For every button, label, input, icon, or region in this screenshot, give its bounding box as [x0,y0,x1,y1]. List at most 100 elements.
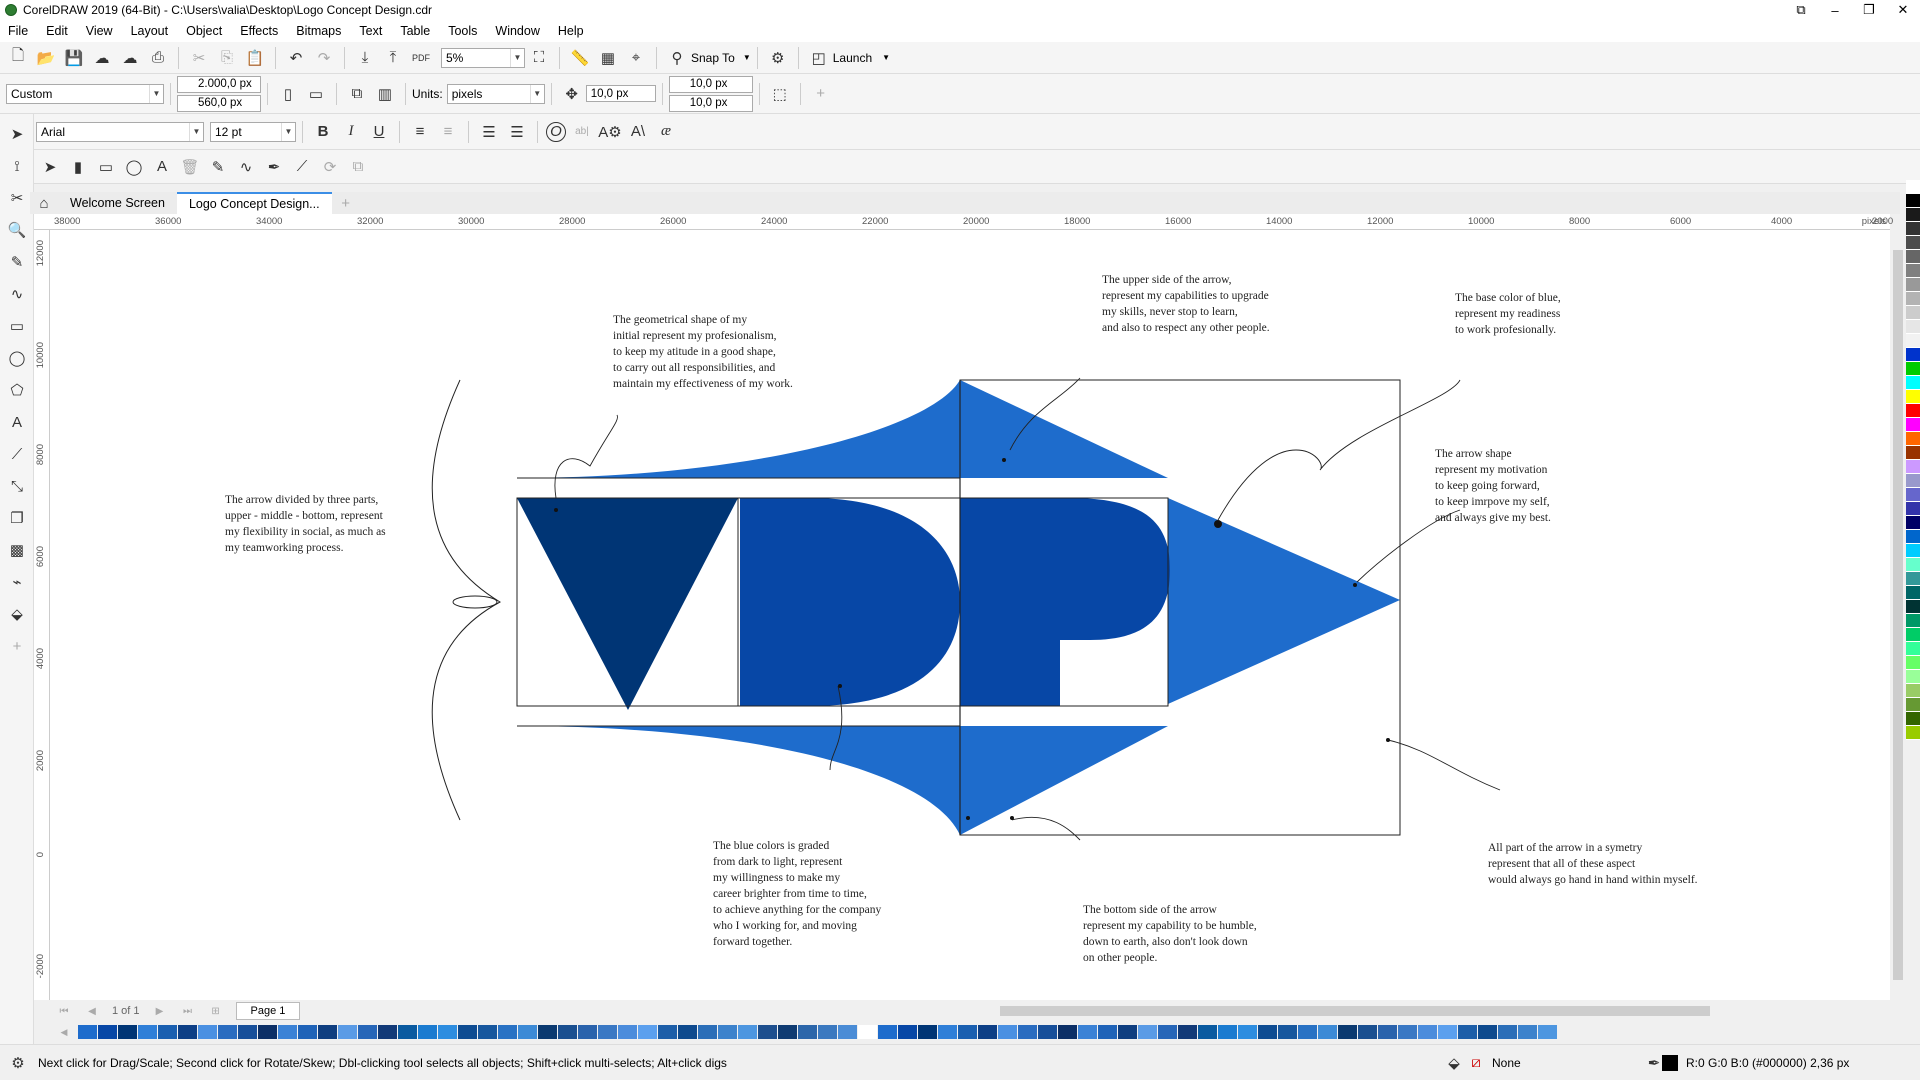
palette-swatch[interactable] [1906,390,1920,404]
document-palette-swatch[interactable] [238,1025,257,1039]
menu-tools[interactable]: Tools [448,24,477,38]
restore-tabs-icon[interactable]: ⧉ [1784,0,1818,20]
maximize-button[interactable]: ❐ [1852,0,1886,20]
palette-swatch[interactable] [1906,670,1920,684]
document-palette-swatch[interactable] [458,1025,477,1039]
color-palette[interactable] [1906,180,1920,1030]
page-tab-page-1[interactable]: Page 1 [235,1002,301,1020]
page-width-field[interactable]: 2.000,0 px [177,75,261,93]
cloud-download-icon[interactable]: ☁ [90,46,114,70]
paste-icon[interactable]: 📋 [243,46,267,70]
document-palette-swatch[interactable] [1218,1025,1237,1039]
document-palette-swatch[interactable] [1118,1025,1137,1039]
drawing-canvas[interactable]: The arrow divided by three parts, upper -… [50,230,1890,1000]
menu-effects[interactable]: Effects [240,24,278,38]
menu-window[interactable]: Window [495,24,539,38]
chevron-down-icon[interactable]: ▼ [882,53,890,62]
palette-swatch[interactable] [1906,712,1920,726]
rectangle-icon[interactable]: ▭ [94,155,118,179]
new-tab-icon[interactable]: + [334,192,358,214]
palette-swatch[interactable] [1906,544,1920,558]
palette-swatch[interactable] [1906,656,1920,670]
annotation-symetry[interactable]: All part of the arrow in a symetry repres… [1488,808,1698,920]
document-palette-swatch[interactable] [938,1025,957,1039]
snap-icon[interactable]: ⚲ [665,46,689,70]
opentype-icon[interactable]: O [546,121,566,142]
palette-swatch[interactable] [1906,558,1920,572]
palette-swatch[interactable] [1906,306,1920,320]
fill-icon[interactable]: ⬙ [1442,1051,1466,1075]
rectangle-tool-icon[interactable]: ▭ [5,314,29,338]
document-palette-swatch[interactable] [278,1025,297,1039]
document-palette-swatch[interactable] [1458,1025,1477,1039]
document-palette-swatch[interactable] [578,1025,597,1039]
landscape-icon[interactable]: ▭ [304,82,328,106]
document-palette-swatch[interactable] [1138,1025,1157,1039]
text-tool-icon[interactable]: A [5,410,29,434]
document-palette-swatch[interactable] [898,1025,917,1039]
current-page-icon[interactable]: ▥ [373,82,397,106]
document-palette-swatch[interactable] [418,1025,437,1039]
document-palette-swatch[interactable] [998,1025,1017,1039]
annotation-bottom-side[interactable]: The bottom side of the arrow represent my… [1083,870,1257,998]
menu-help[interactable]: Help [558,24,584,38]
palette-swatch[interactable] [1906,586,1920,600]
open-folder-icon[interactable]: 📂 [34,46,58,70]
document-palette-swatch[interactable] [1538,1025,1557,1039]
document-palette-swatch[interactable] [1418,1025,1437,1039]
bullet-list-icon[interactable]: ☰ [477,120,501,144]
vertical-scrollbar[interactable] [1890,230,1906,1000]
document-palette-swatch[interactable] [1358,1025,1377,1039]
palette-swatch[interactable] [1906,446,1920,460]
horizontal-scrollbar[interactable] [980,1004,1860,1018]
palette-swatch[interactable] [1906,264,1920,278]
palette-swatch[interactable] [1906,194,1920,208]
document-palette-swatch[interactable] [1158,1025,1177,1039]
copy-icon[interactable]: ⎘ [215,46,239,70]
document-palette-swatch[interactable] [638,1025,657,1039]
document-palette-swatch[interactable] [818,1025,837,1039]
document-palette-swatch[interactable] [138,1025,157,1039]
palette-swatch[interactable] [1906,432,1920,446]
export-icon[interactable]: ⤒ [381,46,405,70]
artistic-media-icon[interactable]: ✎ [206,155,230,179]
units-combo[interactable]: pixels ▼ [446,83,545,104]
cloud-upload-icon[interactable]: ☁ [118,46,142,70]
palette-swatch[interactable] [1906,236,1920,250]
document-palette-swatch[interactable] [1238,1025,1257,1039]
tab-welcome-screen[interactable]: Welcome Screen [58,192,177,214]
document-palette-swatch[interactable] [538,1025,557,1039]
last-page-icon[interactable]: ⏭ [176,999,200,1023]
parallel-dimension-icon[interactable]: ⟋ [5,442,29,466]
palette-swatch[interactable] [1906,334,1920,348]
next-page-icon[interactable]: ▶ [148,999,172,1023]
underline-icon[interactable]: U [367,120,391,144]
document-palette-swatch[interactable] [878,1025,897,1039]
annotation-blue-colors[interactable]: The blue colors is graded from dark to li… [713,806,881,982]
launch-button[interactable]: Launch [833,51,872,65]
rotate-icon[interactable]: ⟳ [318,155,342,179]
document-palette-swatch[interactable] [118,1025,137,1039]
palette-swatch[interactable] [1906,684,1920,698]
bold-icon[interactable]: B [311,120,335,144]
document-palette-swatch[interactable] [518,1025,537,1039]
document-palette-swatch[interactable] [1438,1025,1457,1039]
settings-gear-icon[interactable]: ⚙ [6,1051,30,1075]
import-icon[interactable]: ⤓ [353,46,377,70]
document-palette-swatch[interactable] [218,1025,237,1039]
zoom-tool-icon[interactable]: 🔍 [5,218,29,242]
document-palette-swatch[interactable] [1398,1025,1417,1039]
palette-swatch[interactable] [1906,488,1920,502]
home-icon[interactable]: ⌂ [32,192,56,214]
palette-swatch[interactable] [1906,614,1920,628]
shape-tool-icon[interactable]: ⟟ [5,154,29,178]
numbered-list-icon[interactable]: ☰ [505,120,529,144]
menu-bitmaps[interactable]: Bitmaps [296,24,341,38]
print-icon[interactable]: ⎙ [146,46,170,70]
options-gear-icon[interactable]: ⚙ [766,46,790,70]
document-palette-swatch[interactable] [78,1025,97,1039]
document-palette-swatch[interactable] [1078,1025,1097,1039]
nudge-distance-field[interactable]: 10,0 px [585,85,656,102]
annotation-base-color[interactable]: The base color of blue, represent my read… [1455,258,1561,370]
document-palette-swatch[interactable] [858,1025,877,1039]
